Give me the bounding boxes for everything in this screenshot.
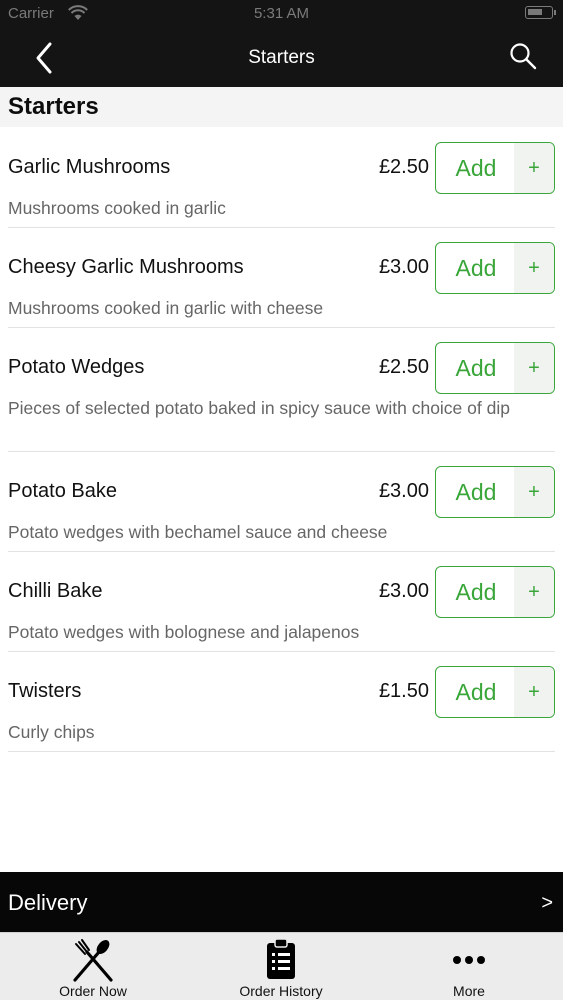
item-price: £2.50	[378, 356, 429, 378]
item-description: Potato wedges with bolognese and jalapen…	[8, 622, 360, 642]
menu-item: Potato Wedges £2.50 Add + Pieces of sele…	[8, 328, 555, 452]
add-button[interactable]: Add +	[435, 342, 555, 394]
menu-item: Twisters £1.50 Add + Curly chips	[8, 652, 555, 752]
tab-bar: Order Now Order History More	[0, 932, 563, 1000]
tab-label: Order Now	[59, 983, 127, 999]
item-price: £1.50	[378, 680, 429, 702]
menu-list: Garlic Mushrooms £2.50 Add + Mushrooms c…	[0, 128, 563, 752]
item-price: £3.00	[378, 580, 429, 602]
add-button[interactable]: Add +	[435, 142, 555, 194]
plus-icon: +	[514, 567, 554, 617]
fork-knife-icon	[73, 939, 113, 982]
add-button[interactable]: Add +	[435, 466, 555, 518]
add-button-label: Add	[455, 155, 497, 181]
menu-item: Garlic Mushrooms £2.50 Add + Mushrooms c…	[8, 128, 555, 228]
section-header: Starters	[0, 87, 563, 127]
add-button-label: Add	[455, 479, 497, 505]
add-button-label: Add	[455, 579, 497, 605]
add-button[interactable]: Add +	[435, 666, 555, 718]
top-bar: Carrier 5:31 AM Starters	[0, 0, 563, 87]
menu-item: Cheesy Garlic Mushrooms £3.00 Add + Mush…	[8, 228, 555, 328]
plus-icon: +	[514, 667, 554, 717]
item-description: Mushrooms cooked in garlic with cheese	[8, 298, 324, 318]
status-time: 5:31 AM	[253, 5, 310, 22]
section-title: Starters	[8, 93, 99, 120]
chevron-right-icon: >	[541, 892, 553, 914]
add-button[interactable]: Add +	[435, 566, 555, 618]
item-name: Chilli Bake	[8, 580, 103, 602]
add-button[interactable]: Add +	[435, 242, 555, 294]
menu-item: Potato Bake £3.00 Add + Potato wedges wi…	[8, 452, 555, 552]
status-bar: Carrier 5:31 AM	[0, 0, 563, 28]
page-title: Starters	[248, 47, 315, 68]
item-price: £3.00	[378, 480, 429, 502]
tab-order-now[interactable]: Order Now	[28, 933, 158, 1001]
add-button-label: Add	[455, 355, 497, 381]
battery-icon	[525, 6, 556, 19]
tab-label: Order History	[239, 983, 323, 999]
delivery-bar[interactable]: Delivery >	[0, 872, 563, 932]
more-dots-icon	[453, 956, 485, 964]
item-name: Cheesy Garlic Mushrooms	[8, 256, 244, 278]
item-name: Potato Bake	[8, 480, 117, 502]
add-button-label: Add	[455, 679, 497, 705]
item-description: Potato wedges with bechamel sauce and ch…	[8, 522, 388, 542]
item-name: Potato Wedges	[8, 356, 145, 378]
item-description: Mushrooms cooked in garlic	[8, 198, 226, 218]
tab-label: More	[453, 983, 485, 999]
plus-icon: +	[514, 343, 554, 393]
menu-item: Chilli Bake £3.00 Add + Potato wedges wi…	[8, 552, 555, 652]
plus-icon: +	[514, 467, 554, 517]
plus-icon: +	[514, 143, 554, 193]
item-name: Twisters	[8, 680, 82, 702]
tab-more[interactable]: More	[404, 933, 534, 1001]
add-button-label: Add	[455, 255, 497, 281]
item-description: Pieces of selected potato baked in spicy…	[8, 398, 510, 418]
clipboard-list-icon	[267, 938, 295, 979]
delivery-label: Delivery	[8, 890, 88, 915]
item-price: £3.00	[378, 256, 429, 278]
tab-order-history[interactable]: Order History	[216, 933, 346, 1001]
item-price: £2.50	[378, 156, 429, 178]
nav-bar: Starters	[0, 28, 563, 87]
item-name: Garlic Mushrooms	[8, 156, 171, 178]
plus-icon: +	[514, 243, 554, 293]
item-description: Curly chips	[8, 722, 95, 742]
search-icon[interactable]	[509, 42, 537, 70]
